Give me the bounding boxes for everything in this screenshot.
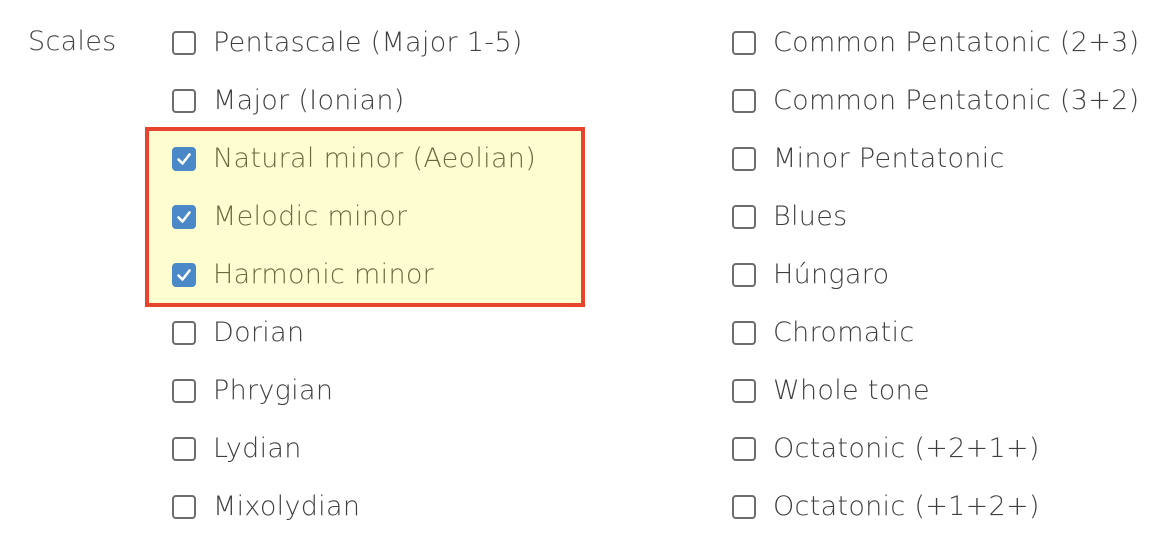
checkmark-icon (177, 211, 191, 223)
checkmark-icon (177, 153, 191, 165)
scale-option-label: Melodic minor (213, 201, 408, 232)
scale-checkbox[interactable] (732, 437, 756, 461)
scale-checkbox[interactable] (172, 263, 196, 287)
scales-options-right-column: Common Pentatonic (2+3) Common Pentatonic… (732, 14, 1139, 536)
scale-checkbox[interactable] (172, 89, 196, 113)
scale-option-label: Common Pentatonic (2+3) (773, 27, 1140, 58)
scale-option-label: Octatonic (+1+2+) (773, 491, 1040, 522)
scale-option-major-ionian[interactable]: Major (Ionian) (172, 72, 536, 130)
scale-option-natural-minor-aeolian[interactable]: Natural minor (Aeolian) (172, 130, 536, 188)
scale-option-whole-tone[interactable]: Whole tone (732, 362, 1139, 420)
scale-option-label: Pentascale (Major 1-5) (213, 27, 523, 58)
scale-option-lydian[interactable]: Lydian (172, 420, 536, 478)
scale-checkbox[interactable] (732, 379, 756, 403)
scale-option-common-pentatonic-3-2[interactable]: Common Pentatonic (3+2) (732, 72, 1139, 130)
scales-section-label: Scales (28, 26, 117, 57)
scale-checkbox[interactable] (172, 437, 196, 461)
scale-option-phrygian[interactable]: Phrygian (172, 362, 536, 420)
scale-option-label: Whole tone (773, 375, 930, 406)
scale-option-label: Harmonic minor (213, 259, 435, 290)
scale-option-dorian[interactable]: Dorian (172, 304, 536, 362)
scale-option-chromatic[interactable]: Chromatic (732, 304, 1139, 362)
scale-checkbox[interactable] (732, 495, 756, 519)
scale-checkbox[interactable] (732, 321, 756, 345)
scale-checkbox[interactable] (732, 89, 756, 113)
scale-checkbox[interactable] (172, 379, 196, 403)
scale-checkbox[interactable] (732, 31, 756, 55)
scale-checkbox[interactable] (172, 321, 196, 345)
scale-option-octatonic-1-2[interactable]: Octatonic (+1+2+) (732, 478, 1139, 536)
scale-option-label: Octatonic (+2+1+) (773, 433, 1040, 464)
scale-checkbox[interactable] (172, 147, 196, 171)
scale-checkbox[interactable] (732, 263, 756, 287)
scale-checkbox[interactable] (732, 205, 756, 229)
scale-option-hungaro[interactable]: Húngaro (732, 246, 1139, 304)
scale-checkbox[interactable] (172, 205, 196, 229)
scale-option-label: Chromatic (773, 317, 915, 348)
scale-option-label: Minor Pentatonic (773, 143, 1005, 174)
scale-option-pentascale-major-1-5[interactable]: Pentascale (Major 1-5) (172, 14, 536, 72)
scale-option-common-pentatonic-2-3[interactable]: Common Pentatonic (2+3) (732, 14, 1139, 72)
scale-checkbox[interactable] (172, 495, 196, 519)
scale-option-label: Lydian (213, 433, 302, 464)
scale-option-label: Dorian (213, 317, 305, 348)
scale-option-minor-pentatonic[interactable]: Minor Pentatonic (732, 130, 1139, 188)
scale-option-label: Mixolydian (213, 491, 361, 522)
scale-option-label: Húngaro (773, 259, 890, 290)
scale-option-label: Natural minor (Aeolian) (213, 143, 537, 174)
scale-option-blues[interactable]: Blues (732, 188, 1139, 246)
scale-option-octatonic-2-1[interactable]: Octatonic (+2+1+) (732, 420, 1139, 478)
scale-option-mixolydian[interactable]: Mixolydian (172, 478, 536, 536)
scale-option-label: Common Pentatonic (3+2) (773, 85, 1140, 116)
scales-options-left-column: Pentascale (Major 1-5) Major (Ionian) Natu… (172, 14, 536, 536)
scale-checkbox[interactable] (172, 31, 196, 55)
scale-option-label: Major (Ionian) (213, 85, 405, 116)
scale-option-melodic-minor[interactable]: Melodic minor (172, 188, 536, 246)
checkmark-icon (177, 269, 191, 281)
scale-option-label: Blues (773, 201, 848, 232)
scale-option-harmonic-minor[interactable]: Harmonic minor (172, 246, 536, 304)
scale-checkbox[interactable] (732, 147, 756, 171)
scale-option-label: Phrygian (213, 375, 334, 406)
